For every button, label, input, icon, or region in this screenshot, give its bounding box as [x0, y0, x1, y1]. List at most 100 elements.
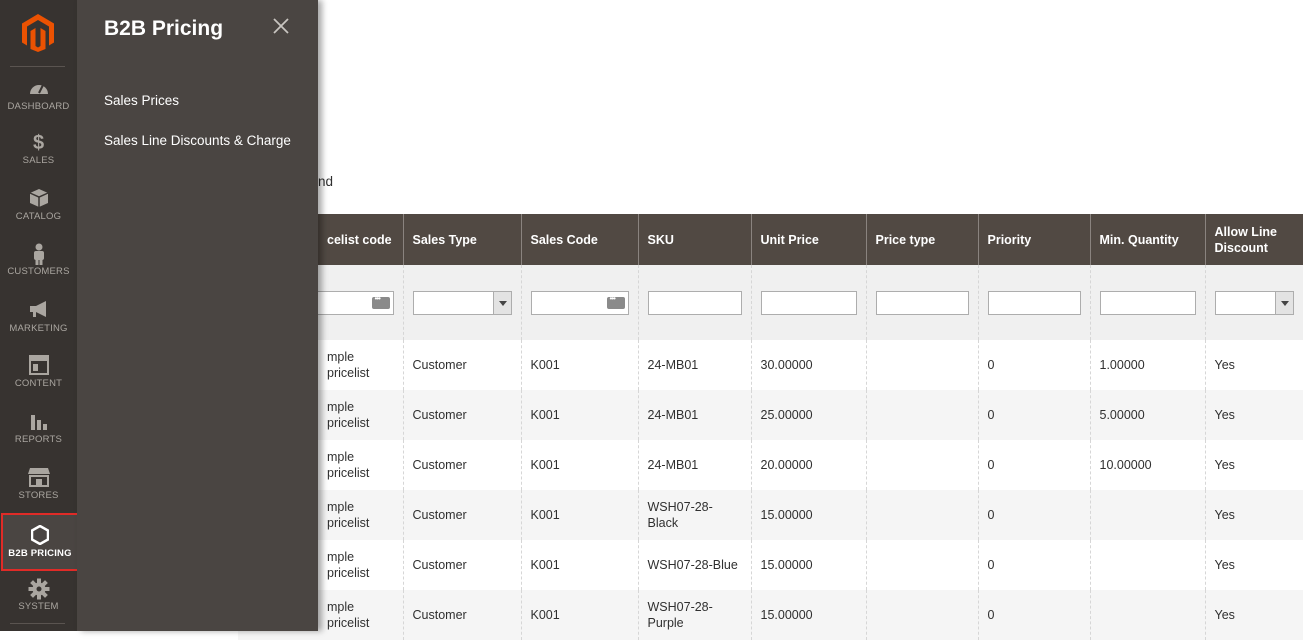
column-header-priority[interactable]: Priority [978, 214, 1091, 265]
filter-cell [521, 265, 639, 340]
nav-divider [10, 66, 65, 67]
close-submenu-button[interactable] [273, 18, 293, 38]
cell-allow-line-discount: Yes [1205, 390, 1303, 440]
main-content: nd celist code Sales Type Sales Code SKU… [238, 0, 1303, 640]
chevron-down-icon [492, 291, 511, 314]
filter-cell [638, 265, 752, 340]
admin-sidebar: DASHBOARD $ SALES CATALOG CUSTOMERS MARK… [0, 0, 79, 631]
cell-price-type [866, 540, 979, 590]
column-header-price-type[interactable]: Price type [866, 214, 979, 265]
nav-item-catalog[interactable]: CATALOG [0, 188, 77, 222]
nav-item-marketing[interactable]: MARKETING [0, 300, 77, 334]
cell-sku: WSH07-28-Black [638, 490, 752, 540]
nav-divider [10, 623, 65, 624]
cell-allow-line-discount: Yes [1205, 340, 1303, 390]
magento-logo[interactable] [0, 0, 77, 66]
cell-priority: 0 [978, 490, 1091, 540]
cell-price-type [866, 440, 979, 490]
cell-price-type [866, 340, 979, 390]
cell-price-type [866, 390, 979, 440]
column-header-sales-type[interactable]: Sales Type [403, 214, 522, 265]
nav-item-label: DASHBOARD [7, 101, 70, 112]
column-header-sales-code[interactable]: Sales Code [521, 214, 639, 265]
cell-sku: 24-MB01 [638, 340, 752, 390]
cell-allow-line-discount: Yes [1205, 490, 1303, 540]
cell-priority: 0 [978, 340, 1091, 390]
cell-sales-type: Customer [403, 490, 522, 540]
filter-unit-price-input[interactable] [760, 290, 857, 315]
nav-item-label: MARKETING [9, 323, 68, 334]
nav-item-customers[interactable]: CUSTOMERS [0, 243, 77, 277]
cell-sales-type: Customer [403, 540, 522, 590]
chevron-down-icon [1274, 291, 1293, 314]
filter-allow-line-discount-select[interactable] [1214, 290, 1294, 315]
cell-sales-code: K001 [521, 390, 639, 440]
submenu-link-sales-prices[interactable]: Sales Prices [104, 93, 179, 108]
nav-item-dashboard[interactable]: DASHBOARD [0, 78, 77, 112]
cell-sku: WSH07-28-Blue [638, 540, 752, 590]
table-row[interactable]: mple pricelist Customer K001 WSH07-28-Black… [238, 490, 1303, 540]
grid-header-row: celist code Sales Type Sales Code SKU Un… [238, 214, 1303, 265]
nav-item-label: STORES [18, 490, 59, 501]
cell-sales-code: K001 [521, 490, 639, 540]
cell-unit-price: 15.00000 [751, 540, 867, 590]
cell-sales-type: Customer [403, 440, 522, 490]
cell-priority: 0 [978, 540, 1091, 590]
cell-min-quantity [1090, 590, 1206, 640]
grid-body: mple pricelist Customer K001 24-MB01 30.0000… [238, 340, 1303, 640]
filter-sales-type-select[interactable] [412, 290, 512, 315]
nav-item-system[interactable]: SYSTEM [0, 578, 77, 612]
table-row[interactable]: mple pricelist Customer K001 WSH07-28-Purpl… [238, 590, 1303, 640]
filter-priority-input[interactable] [987, 290, 1081, 315]
cell-sku: 24-MB01 [638, 390, 752, 440]
filter-min-quantity-input[interactable] [1099, 290, 1196, 315]
cell-unit-price: 20.00000 [751, 440, 867, 490]
filter-cell [751, 265, 867, 340]
filter-price-type-input[interactable] [875, 290, 969, 315]
submenu-link-sales-line-discounts[interactable]: Sales Line Discounts & Charge [104, 133, 291, 148]
filter-cell [1090, 265, 1206, 340]
cell-sales-type: Customer [403, 590, 522, 640]
cell-allow-line-discount: Yes [1205, 440, 1303, 490]
cell-allow-line-discount: Yes [1205, 540, 1303, 590]
nav-item-sales[interactable]: $ SALES [0, 132, 77, 166]
cell-price-type [866, 490, 979, 540]
table-row[interactable]: mple pricelist Customer K001 24-MB01 30.0000… [238, 340, 1303, 390]
nav-item-label: SALES [22, 155, 55, 166]
cell-min-quantity: 5.00000 [1090, 390, 1206, 440]
cell-sales-type: Customer [403, 340, 522, 390]
nav-item-b2b-pricing[interactable]: B2B PRICING [1, 513, 79, 571]
cell-sku: WSH07-28-Purple [638, 590, 752, 640]
filter-cell [866, 265, 979, 340]
cell-sales-code: K001 [521, 440, 639, 490]
filter-sales-code-input[interactable] [530, 290, 629, 315]
column-header-sku[interactable]: SKU [638, 214, 752, 265]
options-icon[interactable] [371, 294, 390, 309]
column-header-allow-line-discount[interactable]: Allow Line Discount [1205, 214, 1303, 265]
megaphone-icon [0, 300, 77, 322]
dashboard-icon [0, 78, 77, 100]
cell-priority: 0 [978, 440, 1091, 490]
table-row[interactable]: mple pricelist Customer K001 24-MB01 25.0000… [238, 390, 1303, 440]
nav-item-label: SYSTEM [18, 601, 59, 612]
nav-item-stores[interactable]: STORES [0, 467, 77, 501]
options-icon[interactable] [606, 294, 625, 309]
cell-sku: 24-MB01 [638, 440, 752, 490]
hexagon-icon [3, 524, 77, 547]
column-header-min-quantity[interactable]: Min. Quantity [1090, 214, 1206, 265]
nav-item-label: CONTENT [14, 378, 63, 389]
nav-item-reports[interactable]: REPORTS [0, 411, 77, 445]
cell-min-quantity: 10.00000 [1090, 440, 1206, 490]
cell-unit-price: 15.00000 [751, 490, 867, 540]
cell-min-quantity [1090, 540, 1206, 590]
table-row[interactable]: mple pricelist Customer K001 24-MB01 20.0000… [238, 440, 1303, 490]
cell-unit-price: 15.00000 [751, 590, 867, 640]
cell-min-quantity: 1.00000 [1090, 340, 1206, 390]
filter-sku-input[interactable] [647, 290, 742, 315]
box-icon [0, 188, 77, 210]
table-row[interactable]: mple pricelist Customer K001 WSH07-28-Blue 1… [238, 540, 1303, 590]
nav-item-content[interactable]: CONTENT [0, 355, 77, 389]
column-header-unit-price[interactable]: Unit Price [751, 214, 867, 265]
filter-cell [978, 265, 1091, 340]
cell-allow-line-discount: Yes [1205, 590, 1303, 640]
